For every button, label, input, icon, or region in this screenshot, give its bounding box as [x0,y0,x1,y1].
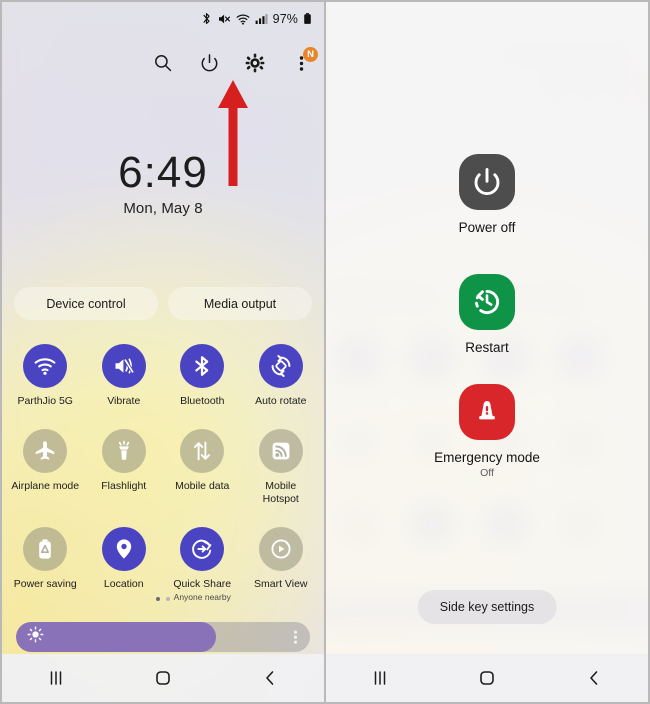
page-indicator [2,597,324,601]
toggle-power-saving[interactable]: Power saving [6,521,85,601]
sound-mute-icon [218,14,230,24]
power-off-button[interactable]: Power off [326,154,648,235]
recents-icon[interactable] [357,663,403,693]
phone-power-menu: Power off Restart Emergency mode Off Sid… [325,0,650,704]
toggle-row: ParthJio 5G Vibrate Bluetooth Auto rotat… [6,338,320,407]
bluetooth-icon [180,344,225,388]
toggle-label: Airplane mode [11,480,80,493]
toggle-smart-view[interactable]: Smart View [242,521,321,601]
search-icon[interactable] [150,50,176,76]
panel-pill-row: Device control Media output [14,287,312,320]
lockscreen-clock: 6:49 Mon, May 8 [2,148,324,218]
emergency-siren-icon [459,384,515,440]
home-icon[interactable] [464,663,510,693]
toggle-label: Bluetooth [180,395,225,407]
toggle-quick-share[interactable]: Quick Share Anyone nearby [163,521,242,602]
restart-button[interactable]: Restart [326,274,648,355]
toggle-label: ParthJio 5G [17,395,73,407]
device-control-button[interactable]: Device control [14,287,158,320]
navigation-bar [2,654,324,702]
bluetooth-icon [203,13,210,25]
clock-time: 6:49 [118,148,208,197]
toggle-wifi[interactable]: ParthJio 5G [6,338,85,407]
toggle-mobile-hotspot[interactable]: Mobile Hotspot [242,423,321,505]
wifi-icon [23,344,68,388]
power-menu: Power off Restart Emergency mode Off Sid… [326,2,648,702]
kebab-menu-icon[interactable] [294,630,297,644]
toggle-airplane-mode[interactable]: Airplane mode [6,423,85,505]
phone-quick-panel: 97% N 6:49 Mon, May 8 Device control Med… [0,0,325,704]
wifi-icon [236,14,250,25]
signal-icon [255,14,268,24]
screenshot-stage: 97% N 6:49 Mon, May 8 Device control Med… [0,0,650,704]
toggle-label: Mobile Hotspot [262,480,299,505]
power-menu-label: Emergency mode [434,450,540,465]
clock-date: Mon, May 8 [123,200,203,218]
toggle-location[interactable]: Location [85,521,164,601]
toggle-vibrate[interactable]: Vibrate [85,338,164,407]
power-menu-sublabel: Off [480,467,494,479]
side-key-settings-button[interactable]: Side key settings [417,590,557,624]
back-icon[interactable] [571,663,617,693]
restart-icon [459,274,515,330]
recents-icon[interactable] [33,663,79,693]
location-pin-icon [101,527,146,572]
power-menu-label: Power off [458,220,516,235]
smart-view-icon [258,527,303,572]
settings-icon[interactable] [242,50,268,76]
flashlight-icon [101,429,146,474]
battery-leaf-icon [23,527,68,572]
toggle-row: Power saving Location Quick Share Anyone… [6,521,321,602]
page-dot-active[interactable] [156,597,160,601]
toggle-label: Vibrate [107,395,141,407]
emergency-mode-button[interactable]: Emergency mode Off [326,384,648,479]
rotate-icon [258,344,303,388]
brightness-slider[interactable] [16,622,310,652]
quick-toggle-grid: ParthJio 5G Vibrate Bluetooth Auto rotat… [6,338,320,602]
toggle-flashlight[interactable]: Flashlight [85,423,164,505]
toggle-label: Power saving [13,578,77,591]
toggle-row: Airplane mode Flashlight Mobile data Mob… [6,423,320,505]
battery-icon [304,13,311,24]
media-output-button[interactable]: Media output [168,287,312,320]
power-menu-label: Restart [465,340,509,355]
vibrate-icon [101,344,146,388]
toggle-bluetooth[interactable]: Bluetooth [163,338,242,407]
home-icon[interactable] [140,663,186,693]
notification-badge: N [303,47,318,62]
toggle-label: Auto rotate [255,395,307,407]
toggle-auto-rotate[interactable]: Auto rotate [242,338,321,407]
toggle-label: Quick Share [173,578,232,591]
toggle-label: Location [103,578,144,591]
power-icon[interactable] [196,50,222,76]
quick-panel-header: N [150,47,318,76]
battery-percentage: 97% [272,12,298,26]
data-arrows-icon [180,429,225,474]
power-off-icon [459,154,515,210]
navigation-bar [326,654,648,702]
toggle-label: Flashlight [101,480,147,493]
toggle-label: Smart View [254,578,308,591]
more-options-icon[interactable]: N [288,47,318,76]
toggle-mobile-data[interactable]: Mobile data [163,423,242,505]
status-bar: 97% [2,2,324,36]
airplane-icon [23,429,68,474]
quick-share-icon [180,527,225,572]
toggle-label: Mobile data [175,480,230,493]
brightness-sun-icon [27,626,44,648]
brightness-fill [16,622,216,652]
page-dot[interactable] [166,597,170,601]
back-icon[interactable] [247,663,293,693]
hotspot-icon [258,429,303,474]
